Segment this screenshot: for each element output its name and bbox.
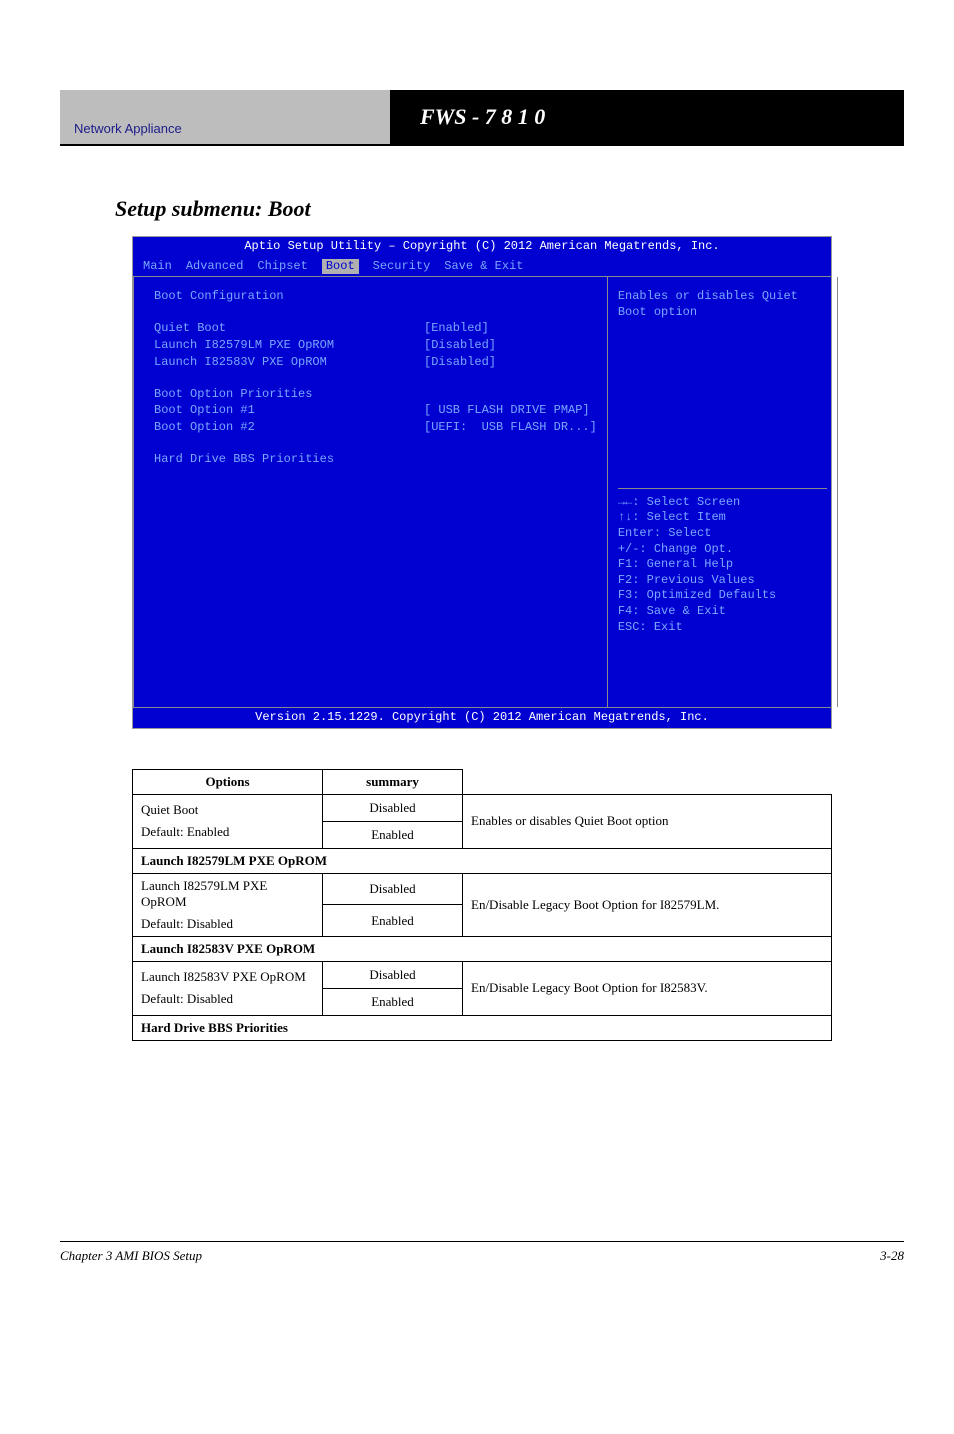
- bios-heading[interactable]: Boot Option Priorities: [154, 387, 597, 403]
- bios-heading[interactable]: Boot Configuration: [154, 289, 597, 305]
- section-title: Setup submenu: Boot: [115, 196, 904, 222]
- bios-key-hint: ESC: Exit: [618, 620, 827, 636]
- bios-tab-advanced[interactable]: Advanced: [186, 259, 244, 275]
- option-value: Enabled: [323, 905, 463, 937]
- option-summary: Enables or disables Quiet Boot option: [463, 794, 832, 848]
- bios-tab-chipset[interactable]: Chipset: [257, 259, 307, 275]
- bios-option-row[interactable]: Quiet Boot[Enabled]: [154, 321, 597, 337]
- header-model: FWS - 7 8 1 0: [390, 90, 904, 144]
- bios-option-value: [Enabled]: [424, 321, 489, 337]
- bios-key-hint: Enter: Select: [618, 526, 827, 542]
- bios-key-hint: ↑↓: Select Item: [618, 510, 827, 526]
- option-name-cell: Launch I82583V PXE OpROMDefault: Disable…: [133, 961, 323, 1015]
- bios-side-panel: Enables or disables Quiet Boot option →←…: [608, 277, 838, 707]
- footer-right: 3-28: [880, 1248, 904, 1264]
- options-table: Options summary Quiet BootDefault: Enabl…: [132, 769, 832, 1041]
- bios-key-hint: F2: Previous Values: [618, 573, 827, 589]
- bios-tab-security[interactable]: Security: [373, 259, 431, 275]
- bios-footer: Version 2.15.1229. Copyright (C) 2012 Am…: [133, 707, 831, 728]
- bios-option-value: [Disabled]: [424, 338, 496, 354]
- bios-option-row[interactable]: Launch I82579LM PXE OpROM[Disabled]: [154, 338, 597, 354]
- table-group-label: Launch I82583V PXE OpROM: [133, 936, 832, 961]
- bios-tab-main[interactable]: Main: [143, 259, 172, 275]
- option-name-cell: Quiet BootDefault: Enabled: [133, 794, 323, 848]
- footer-left: Chapter 3 AMI BIOS Setup: [60, 1248, 202, 1264]
- option-value: Enabled: [323, 821, 463, 848]
- th-options: Options: [133, 769, 323, 794]
- bios-key-hint: →←: Select Screen: [618, 495, 827, 511]
- bios-key-hint: F4: Save & Exit: [618, 604, 827, 620]
- bios-heading[interactable]: Hard Drive BBS Priorities: [154, 452, 597, 468]
- option-value: Enabled: [323, 988, 463, 1015]
- bios-option-row[interactable]: Launch I82583V PXE OpROM[Disabled]: [154, 355, 597, 371]
- bios-main-panel: Boot Configuration Quiet Boot[Enabled]La…: [133, 277, 608, 707]
- option-name-cell: Launch I82579LM PXE OpROMDefault: Disabl…: [133, 873, 323, 936]
- bios-help-text: Enables or disables Quiet Boot option: [618, 289, 827, 320]
- bios-key-hint: F1: General Help: [618, 557, 827, 573]
- table-group-label: Launch I82579LM PXE OpROM: [133, 848, 832, 873]
- doc-header: Network Appliance FWS - 7 8 1 0: [60, 90, 904, 146]
- option-summary: En/Disable Legacy Boot Option for I82579…: [463, 873, 832, 936]
- bios-option-value: [Disabled]: [424, 355, 496, 371]
- bios-option-label: Launch I82583V PXE OpROM: [154, 355, 424, 371]
- bios-option-label: Launch I82579LM PXE OpROM: [154, 338, 424, 354]
- bios-key-hint: +/-: Change Opt.: [618, 542, 827, 558]
- page-footer: Chapter 3 AMI BIOS Setup 3-28: [60, 1241, 904, 1264]
- table-group-label: Hard Drive BBS Priorities: [133, 1015, 832, 1040]
- option-value: Disabled: [323, 961, 463, 988]
- th-summary: summary: [323, 769, 463, 794]
- bios-option-row[interactable]: Boot Option #1[ USB FLASH DRIVE PMAP]: [154, 403, 597, 419]
- option-value: Disabled: [323, 794, 463, 821]
- bios-screen: Aptio Setup Utility – Copyright (C) 2012…: [132, 236, 832, 729]
- bios-key-hint: F3: Optimized Defaults: [618, 588, 827, 604]
- bios-key-legend: →←: Select Screen↑↓: Select ItemEnter: S…: [618, 488, 827, 635]
- bios-option-label: Quiet Boot: [154, 321, 424, 337]
- bios-title-bar: Aptio Setup Utility – Copyright (C) 2012…: [133, 237, 831, 257]
- bios-option-value: [ USB FLASH DRIVE PMAP]: [424, 403, 590, 419]
- bios-tab-save-exit[interactable]: Save & Exit: [444, 259, 523, 275]
- option-value: Disabled: [323, 873, 463, 905]
- bios-option-label: Boot Option #1: [154, 403, 424, 419]
- bios-option-row[interactable]: Boot Option #2[UEFI: USB FLASH DR...]: [154, 420, 597, 436]
- bios-tab-boot[interactable]: Boot: [322, 259, 359, 275]
- bios-tab-bar: Main Advanced Chipset Boot Security Save & Ex…: [133, 257, 831, 278]
- bios-option-value: [UEFI: USB FLASH DR...]: [424, 420, 597, 436]
- header-left: Network Appliance: [60, 90, 390, 144]
- bios-option-label: Boot Option #2: [154, 420, 424, 436]
- option-summary: En/Disable Legacy Boot Option for I82583…: [463, 961, 832, 1015]
